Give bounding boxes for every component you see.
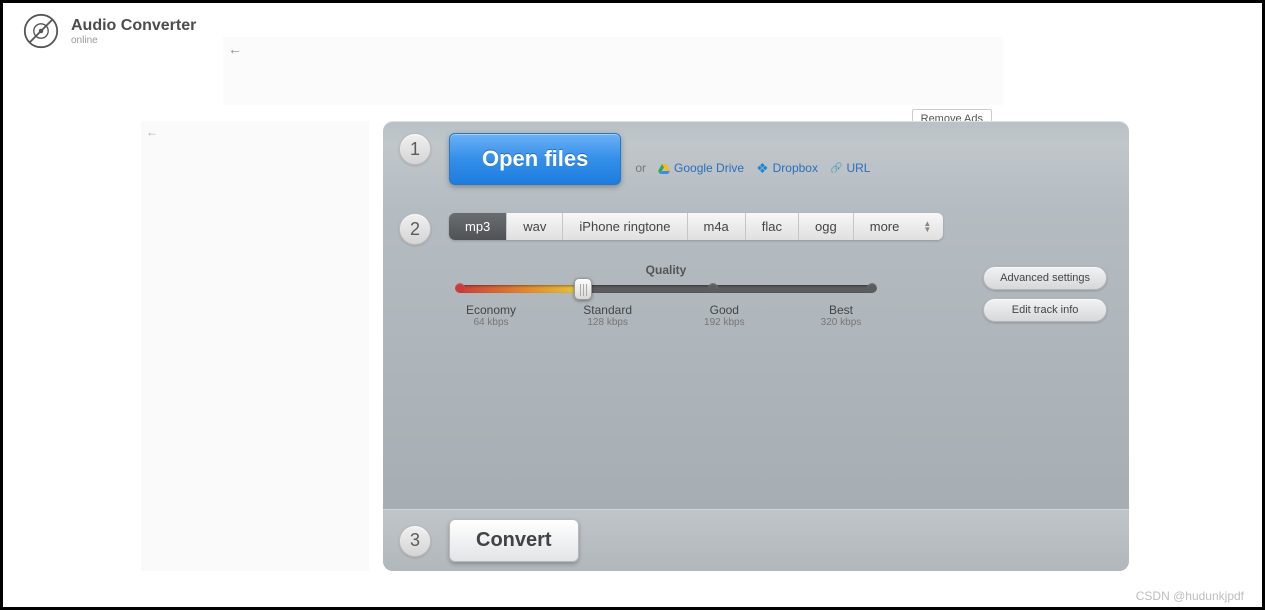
dropbox-link[interactable]: ❖ Dropbox <box>756 160 818 177</box>
app-subtitle: online <box>71 35 196 46</box>
format-more-label: more <box>870 219 900 234</box>
google-drive-label: Google Drive <box>674 161 744 175</box>
url-label: URL <box>846 161 870 175</box>
quality-best-rate: 320 kbps <box>801 317 881 328</box>
watermark-text: CSDN @hudunkjpdf <box>1136 589 1244 603</box>
step-3-badge: 3 <box>399 525 431 557</box>
quality-economy-rate: 64 kbps <box>451 317 531 328</box>
app-title: Audio Converter <box>71 17 196 35</box>
slider-tick-good <box>708 283 718 293</box>
format-m4a-button[interactable]: m4a <box>688 213 746 240</box>
quality-good-name: Good <box>684 303 764 317</box>
step-2-row: 2 mp3 wav iPhone ringtone m4a flac ogg m… <box>383 185 1129 245</box>
open-files-button[interactable]: Open files <box>449 133 621 185</box>
quality-best: Best 320 kbps <box>801 303 881 328</box>
quality-economy: Economy 64 kbps <box>451 303 531 328</box>
dropbox-icon: ❖ <box>756 160 769 177</box>
quality-title: Quality <box>451 263 881 277</box>
app-logo-icon <box>23 13 59 49</box>
convert-button[interactable]: Convert <box>449 519 579 562</box>
dropbox-label: Dropbox <box>773 161 818 175</box>
format-wav-button[interactable]: wav <box>507 213 563 240</box>
link-icon: 🔗 <box>830 163 842 174</box>
google-drive-icon <box>658 163 670 173</box>
edit-track-info-button[interactable]: Edit track info <box>983 298 1107 322</box>
sort-caret-icon: ▲▼ <box>923 221 931 233</box>
sidebar-back-icon[interactable]: ← <box>146 125 158 139</box>
formats-bar: mp3 wav iPhone ringtone m4a flac ogg mor… <box>449 213 943 240</box>
quality-best-name: Best <box>801 303 881 317</box>
back-arrow-icon[interactable]: ← <box>228 41 242 57</box>
slider-tick-economy <box>455 283 465 293</box>
ad-strip-top <box>223 37 1003 105</box>
format-ogg-button[interactable]: ogg <box>799 213 854 240</box>
quality-standard: Standard 128 kbps <box>568 303 648 328</box>
step-3-row: 3 Convert <box>383 509 1129 571</box>
format-iphone-ringtone-button[interactable]: iPhone ringtone <box>563 213 687 240</box>
step-1-badge: 1 <box>399 133 431 165</box>
or-label: or <box>635 161 646 175</box>
quality-economy-name: Economy <box>451 303 531 317</box>
format-mp3-button[interactable]: mp3 <box>449 213 507 240</box>
file-sources: or Google Drive ❖ Dropbox <box>635 160 870 177</box>
step-1-row: 1 Open files or Google Drive ❖ <box>383 121 1129 185</box>
quality-good: Good 192 kbps <box>684 303 764 328</box>
quality-block: Quality Economy 64 kbps Standard 128 kbp… <box>451 263 881 328</box>
advanced-settings-button[interactable]: Advanced settings <box>983 266 1107 290</box>
main-panel: 1 Open files or Google Drive ❖ <box>383 121 1129 571</box>
google-drive-link[interactable]: Google Drive <box>658 161 744 175</box>
sidebar-ad-placeholder <box>141 121 369 571</box>
quality-standard-rate: 128 kbps <box>568 317 648 328</box>
format-more-button[interactable]: more ▲▼ <box>854 213 944 240</box>
format-flac-button[interactable]: flac <box>746 213 799 240</box>
slider-tick-best <box>867 283 877 293</box>
quality-good-rate: 192 kbps <box>684 317 764 328</box>
step-2-badge: 2 <box>399 213 431 245</box>
url-link[interactable]: 🔗 URL <box>830 161 870 175</box>
quality-slider-track[interactable] <box>457 285 875 293</box>
quality-slider-knob[interactable] <box>574 278 592 300</box>
quality-standard-name: Standard <box>568 303 648 317</box>
